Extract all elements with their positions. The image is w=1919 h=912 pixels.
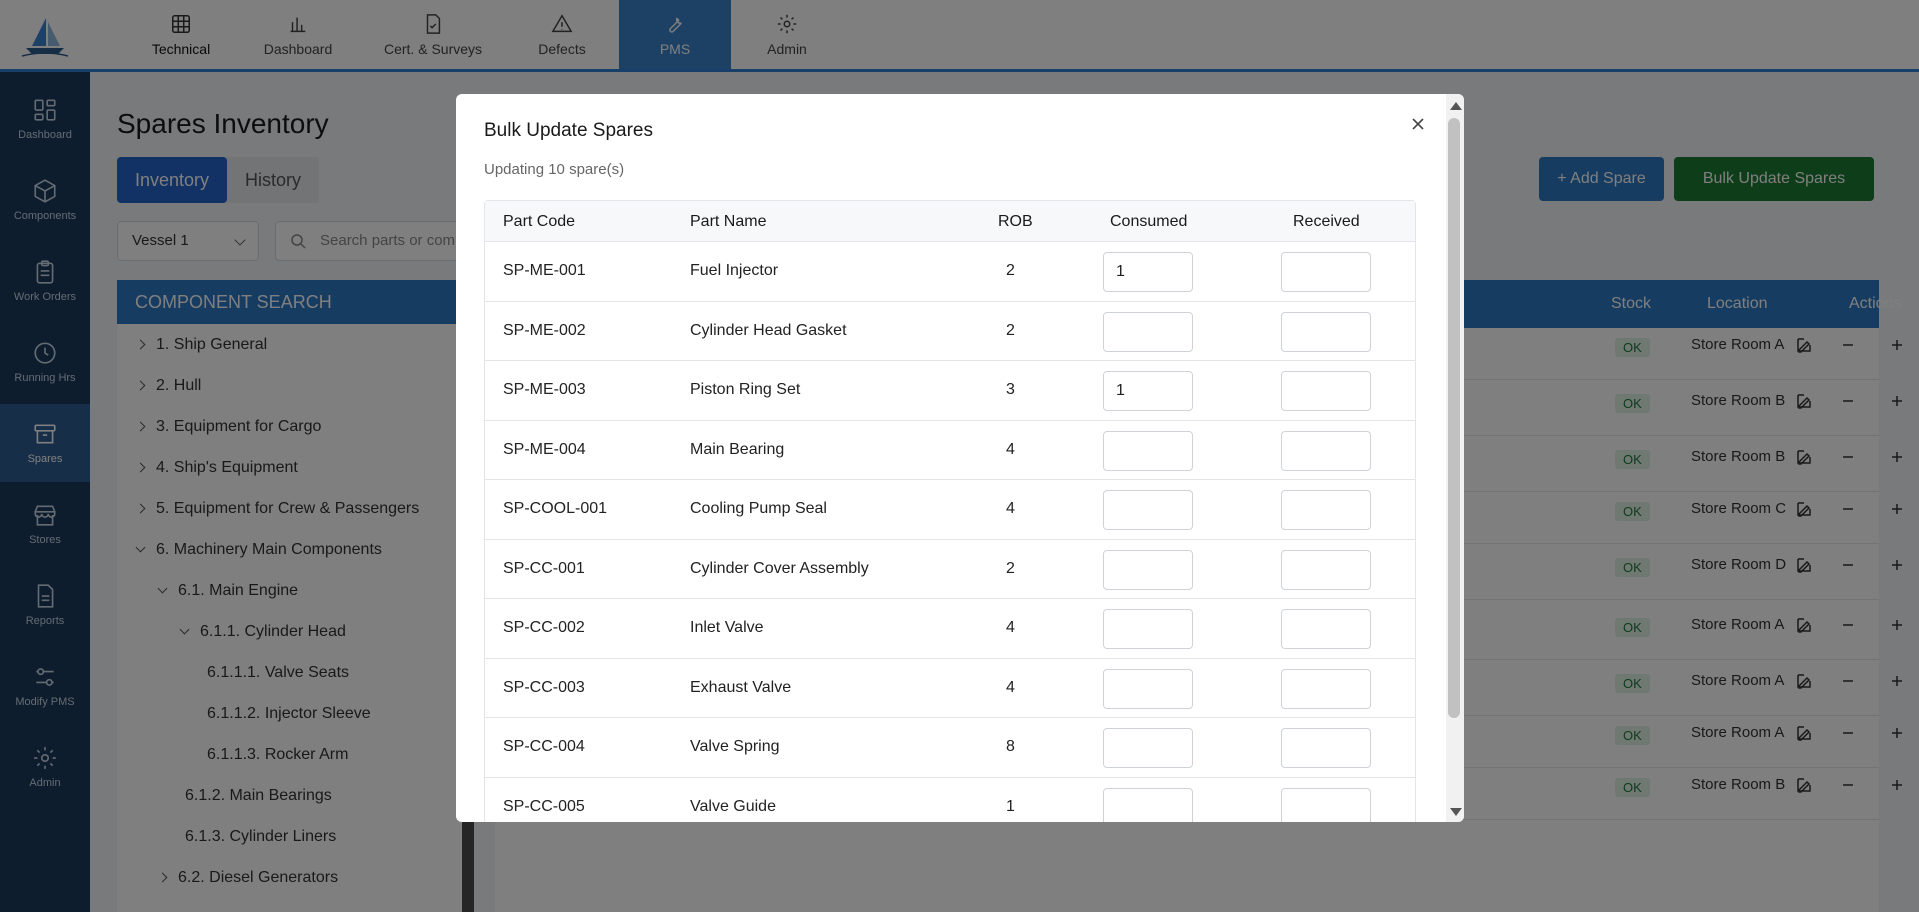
cell-part-name: Cylinder Cover Assembly <box>690 559 869 577</box>
consumed-input[interactable] <box>1103 609 1193 649</box>
cell-rob: 1 <box>1006 797 1015 815</box>
bulk-table-row: SP-ME-004 Main Bearing 4 <box>485 421 1415 480</box>
received-input[interactable] <box>1281 668 1371 709</box>
cell-rob: 4 <box>1006 440 1015 458</box>
bulk-table-row: SP-ME-002 Cylinder Head Gasket 2 <box>485 302 1415 361</box>
bulk-update-modal: Bulk Update Spares Updating 10 spare(s) … <box>456 94 1464 822</box>
received-input[interactable] <box>1281 787 1371 822</box>
header-rob: ROB <box>998 213 1033 230</box>
cell-rob: 2 <box>1006 262 1015 279</box>
bulk-table-row: SP-ME-001 Fuel Injector 2 <box>485 242 1415 302</box>
bulk-table-header: Part Code Part Name ROB Consumed Receive… <box>485 201 1415 242</box>
cell-part-name: Valve Spring <box>690 738 780 755</box>
cell-part-name: Valve Guide <box>690 797 776 815</box>
cell-part-name: Exhaust Valve <box>690 678 792 696</box>
cell-rob: 2 <box>1006 321 1015 339</box>
bulk-table-row: SP-CC-004 Valve Spring 8 <box>485 718 1415 778</box>
scroll-up-icon[interactable] <box>1450 102 1462 110</box>
cell-rob: 3 <box>1006 381 1015 398</box>
header-received: Received <box>1293 213 1360 230</box>
bulk-table-row: SP-COOL-001 Cooling Pump Seal 4 <box>485 480 1415 540</box>
cell-part-code: SP-CC-002 <box>503 619 585 636</box>
header-part-code: Part Code <box>503 213 576 230</box>
cell-part-name: Fuel Injector <box>690 262 779 279</box>
bulk-table-row: SP-CC-002 Inlet Valve 4 <box>485 599 1415 659</box>
bulk-update-table: Part Code Part Name ROB Consumed Receive… <box>484 200 1416 822</box>
received-input[interactable] <box>1281 490 1371 530</box>
modal-scrollbar-thumb[interactable] <box>1448 118 1460 718</box>
cell-rob: 4 <box>1006 619 1015 636</box>
cell-part-name: Piston Ring Set <box>690 381 801 398</box>
received-input[interactable] <box>1281 311 1371 352</box>
cell-part-code: SP-ME-002 <box>503 321 586 339</box>
consumed-input[interactable] <box>1103 549 1193 590</box>
cell-rob: 8 <box>1006 738 1015 755</box>
cell-part-code: SP-CC-004 <box>503 738 585 755</box>
cell-part-name: Cooling Pump Seal <box>690 500 827 517</box>
received-input[interactable] <box>1281 609 1371 649</box>
app-root: Technical Dashboard Cert. & Surveys Defe… <box>0 0 1919 912</box>
cell-part-code: SP-ME-004 <box>503 440 586 458</box>
consumed-input[interactable] <box>1103 668 1193 709</box>
consumed-input[interactable] <box>1103 728 1193 768</box>
received-input[interactable] <box>1281 430 1371 471</box>
cell-part-name: Inlet Valve <box>690 619 764 636</box>
consumed-input[interactable] <box>1103 430 1193 471</box>
received-input[interactable] <box>1281 371 1371 411</box>
header-consumed: Consumed <box>1110 213 1188 230</box>
consumed-input[interactable] <box>1103 252 1193 292</box>
scroll-down-icon[interactable] <box>1450 808 1462 816</box>
bulk-table-row: SP-CC-005 Valve Guide 1 <box>485 778 1415 822</box>
cell-rob: 4 <box>1006 678 1015 696</box>
bulk-table-row: SP-CC-001 Cylinder Cover Assembly 2 <box>485 540 1415 599</box>
cell-part-code: SP-CC-005 <box>503 797 585 815</box>
close-icon[interactable] <box>1406 112 1430 136</box>
cell-part-code: SP-ME-003 <box>503 381 586 398</box>
modal-title: Bulk Update Spares <box>484 120 653 141</box>
consumed-input[interactable] <box>1103 371 1193 411</box>
header-part-name: Part Name <box>690 213 767 230</box>
cell-part-name: Main Bearing <box>690 440 785 458</box>
modal-subtitle: Updating 10 spare(s) <box>484 161 625 178</box>
bulk-table-row: SP-CC-003 Exhaust Valve 4 <box>485 659 1415 718</box>
received-input[interactable] <box>1281 252 1371 292</box>
cell-part-name: Cylinder Head Gasket <box>690 321 847 339</box>
cell-part-code: SP-COOL-001 <box>503 500 608 517</box>
cell-part-code: SP-ME-001 <box>503 262 586 279</box>
received-input[interactable] <box>1281 549 1371 590</box>
bulk-table-row: SP-ME-003 Piston Ring Set 3 <box>485 361 1415 421</box>
cell-rob: 2 <box>1006 559 1015 577</box>
received-input[interactable] <box>1281 728 1371 768</box>
consumed-input[interactable] <box>1103 311 1193 352</box>
cell-part-code: SP-CC-001 <box>503 559 585 577</box>
consumed-input[interactable] <box>1103 490 1193 530</box>
consumed-input[interactable] <box>1103 787 1193 822</box>
cell-rob: 4 <box>1006 500 1015 517</box>
cell-part-code: SP-CC-003 <box>503 678 585 696</box>
